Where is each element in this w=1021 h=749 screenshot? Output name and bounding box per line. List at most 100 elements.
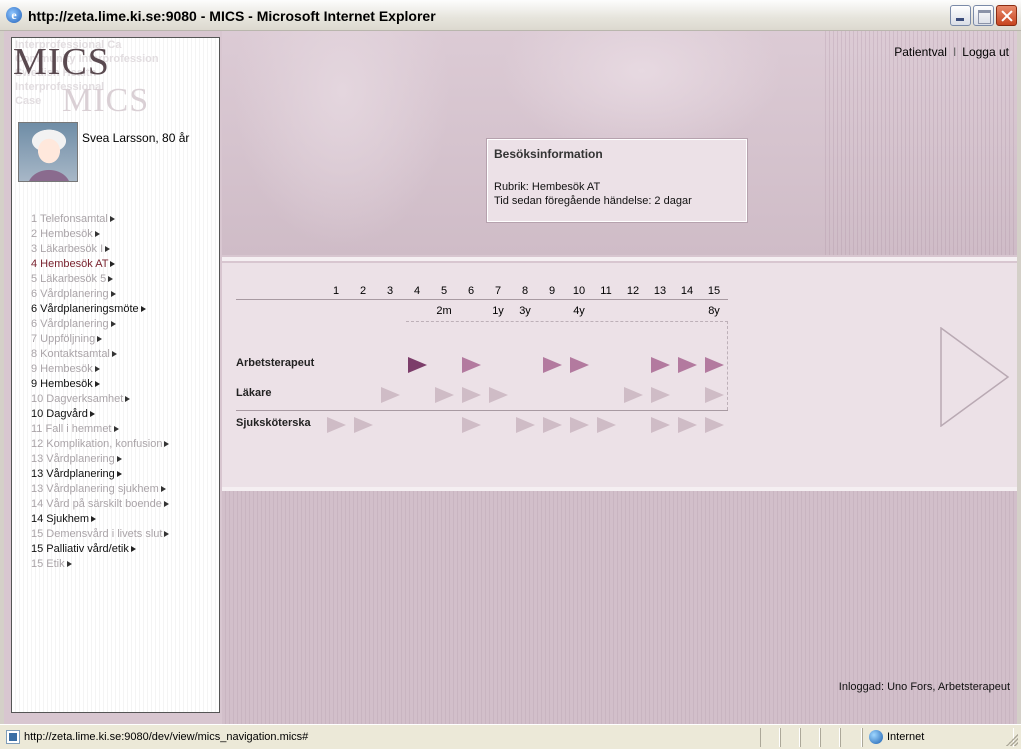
logga-ut-link[interactable]: Logga ut — [962, 45, 1009, 59]
minimize-button[interactable] — [950, 5, 971, 26]
nav-item[interactable]: 10 Dagverksamhet — [31, 392, 169, 407]
play-arrow-icon — [163, 501, 169, 507]
play-arrow-icon — [160, 486, 166, 492]
patient-name: Svea Larsson, 80 år — [82, 131, 190, 145]
timeline-event-marker[interactable] — [381, 387, 400, 403]
status-cell — [780, 728, 800, 747]
timeline-event-marker[interactable] — [651, 357, 670, 373]
nav-item[interactable]: 9 Hembesök — [31, 377, 169, 392]
nav-item[interactable]: 14 Vård på särskilt boende — [31, 497, 169, 512]
timeline-event-marker[interactable] — [489, 387, 508, 403]
nav-item[interactable]: 14 Sjukhem — [31, 512, 169, 527]
info-rubrik: Rubrik: Hembesök AT — [494, 181, 601, 193]
timeline-event-marker[interactable] — [516, 417, 535, 433]
sidebar: Interprofessional Ca Community Interprof… — [11, 37, 220, 713]
nav-item-label: 11 Fall i hemmet — [31, 423, 112, 435]
timeline-event-marker[interactable] — [678, 417, 697, 433]
nav-item[interactable]: 8 Kontaktsamtal — [31, 347, 169, 362]
timeline-row-label: Sjuksköterska — [236, 417, 311, 429]
logo-secondary: MICS — [62, 82, 150, 118]
timeline-interval-label: 3y — [519, 305, 531, 317]
timeline-column-number: 6 — [467, 285, 475, 297]
nav-item[interactable]: 7 Uppföljning — [31, 332, 169, 347]
timeline-row-label: Arbetsterapeut — [236, 357, 315, 369]
resize-grip-icon[interactable] — [1006, 734, 1018, 746]
timeline-event-marker[interactable] — [462, 387, 481, 403]
play-arrow-icon — [94, 231, 100, 237]
link-separator: I — [952, 45, 957, 59]
nav-item-label: 6 Vårdplanering — [31, 288, 109, 300]
nav-item[interactable]: 2 Hembesök — [31, 227, 169, 242]
patientval-link[interactable]: Patientval — [894, 45, 947, 59]
nav-item-label: 14 Sjukhem — [31, 513, 90, 525]
nav-item-label: 15 Demensvård i livets slut — [31, 528, 163, 540]
top-links: Patientval I Logga ut — [894, 45, 1009, 59]
timeline-event-marker[interactable] — [570, 417, 589, 433]
next-arrow-icon[interactable] — [940, 327, 1010, 427]
play-arrow-icon — [94, 381, 100, 387]
timeline-interval-label: 8y — [708, 305, 720, 317]
timeline-event-marker[interactable] — [435, 387, 454, 403]
timeline-event-marker[interactable] — [462, 357, 481, 373]
status-zone-cell — [862, 728, 1014, 747]
close-button[interactable] — [996, 5, 1017, 26]
timeline-event-marker[interactable] — [705, 387, 724, 403]
nav-item-label: 4 Hembesök AT — [31, 258, 109, 270]
play-arrow-icon — [94, 366, 100, 372]
info-time-since: Tid sedan föregående händelse: 2 dagar — [494, 195, 692, 207]
nav-item[interactable]: 13 Vårdplanering — [31, 452, 169, 467]
timeline-event-marker[interactable] — [651, 417, 670, 433]
nav-item-label: 7 Uppföljning — [31, 333, 96, 345]
play-arrow-icon — [130, 546, 136, 552]
nav-item[interactable]: 1 Telefonsamtal — [31, 212, 169, 227]
nav-item[interactable]: 9 Hembesök — [31, 362, 169, 377]
nav-item[interactable]: 11 Fall i hemmet — [31, 422, 169, 437]
nav-item[interactable]: 13 Vårdplanering sjukhem — [31, 482, 169, 497]
nav-item[interactable]: 5 Läkarbesök 5 — [31, 272, 169, 287]
timeline-event-marker[interactable] — [408, 357, 427, 373]
timeline-event-marker[interactable] — [327, 417, 346, 433]
nav-item[interactable]: 3 Läkarbesök I — [31, 242, 169, 257]
window-titlebar: e http://zeta.lime.ki.se:9080 - MICS - M… — [0, 0, 1021, 31]
nav-item[interactable]: 15 Palliativ vård/etik — [31, 542, 169, 557]
timeline-interval-label: 4y — [573, 305, 585, 317]
nav-item-label: 13 Vårdplanering — [31, 453, 115, 465]
timeline-event-marker[interactable] — [597, 417, 616, 433]
maximize-button[interactable] — [973, 5, 994, 26]
nav-item[interactable]: 6 Vårdplanering — [31, 317, 169, 332]
zone-label: Internet — [887, 731, 925, 743]
timeline-event-marker[interactable] — [543, 357, 562, 373]
timeline-event-marker[interactable] — [543, 417, 562, 433]
timeline-column-number: 5 — [440, 285, 448, 297]
timeline-dashed-border — [406, 321, 728, 322]
timeline-event-marker[interactable] — [462, 417, 481, 433]
nav-item-label: 1 Telefonsamtal — [31, 213, 108, 225]
nav-item[interactable]: 15 Demensvård i livets slut — [31, 527, 170, 542]
nav-item[interactable]: 4 Hembesök AT — [31, 257, 169, 272]
logo-primary: MICS — [13, 41, 110, 83]
nav-item[interactable]: 10 Dagvård — [31, 407, 169, 422]
bottom-panel: Inloggad: Uno Fors, Arbetsterapeut — [222, 491, 1017, 724]
timeline-event-marker[interactable] — [624, 387, 643, 403]
nav-item-label: 15 Palliativ vård/etik — [31, 543, 129, 555]
timeline-event-marker[interactable] — [651, 387, 670, 403]
window-title: http://zeta.lime.ki.se:9080 - MICS - Mic… — [28, 8, 436, 24]
timeline-event-marker[interactable] — [678, 357, 697, 373]
nav-item[interactable]: 15 Etik — [31, 557, 169, 572]
timeline-column-number: 12 — [626, 285, 640, 297]
globe-icon — [869, 730, 883, 744]
timeline-column-number: 9 — [548, 285, 556, 297]
nav-item[interactable]: 12 Komplikation, konfusion — [31, 437, 170, 452]
timeline-event-marker[interactable] — [354, 417, 373, 433]
nav-item[interactable]: 6 Vårdplanering — [31, 287, 169, 302]
play-arrow-icon — [164, 531, 170, 537]
nav-item-label: 15 Etik — [31, 558, 65, 570]
timeline-event-marker[interactable] — [705, 417, 724, 433]
status-bar: http://zeta.lime.ki.se:9080/dev/view/mic… — [0, 724, 1021, 749]
timeline-event-marker[interactable] — [705, 357, 724, 373]
timeline-event-marker[interactable] — [570, 357, 589, 373]
nav-item-label: 13 Vårdplanering sjukhem — [31, 483, 159, 495]
nav-item[interactable]: 13 Vårdplanering — [31, 467, 169, 482]
nav-item[interactable]: 6 Vårdplaneringsmöte — [31, 302, 169, 317]
timeline-row-label: Läkare — [236, 387, 272, 399]
